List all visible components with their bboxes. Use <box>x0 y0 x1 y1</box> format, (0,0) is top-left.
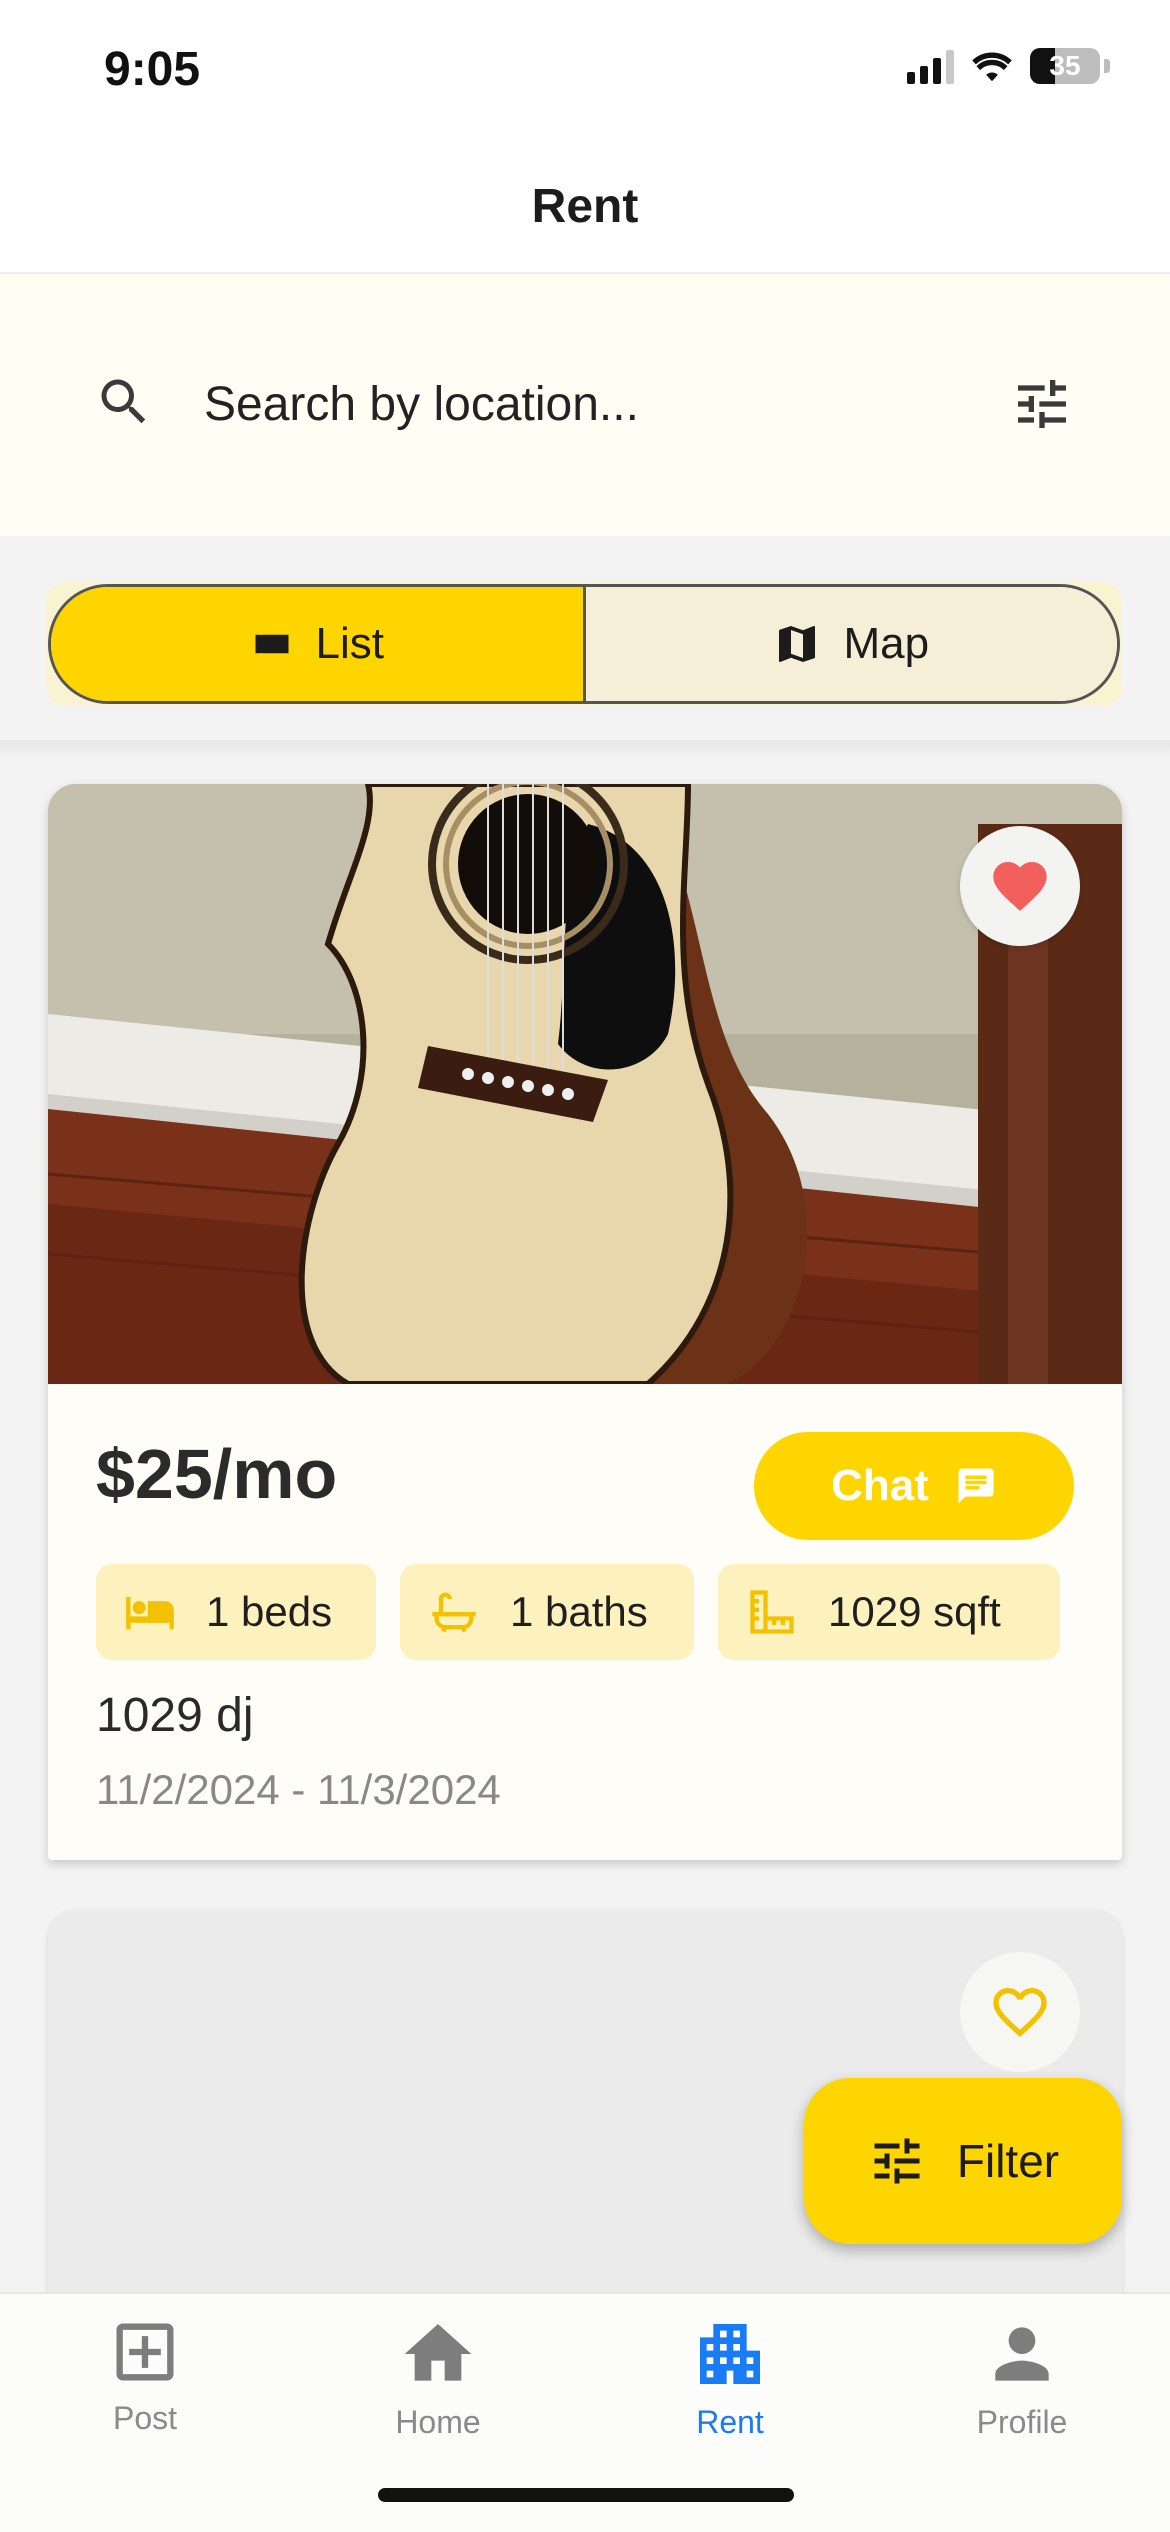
divider <box>0 740 1170 758</box>
nav-label-home: Home <box>395 2404 481 2440</box>
listing-features: 1 beds 1 baths 1029 sqft <box>96 1564 1060 1660</box>
list-icon <box>255 634 288 654</box>
listing-card[interactable]: $25/mo Chat 1 beds 1 baths 1029 sqft 102… <box>48 784 1122 1860</box>
status-time: 9:05 <box>104 43 201 96</box>
filter-button[interactable]: Filter <box>804 2078 1122 2244</box>
battery-icon: 35 <box>1030 48 1100 84</box>
battery-level: 35 <box>1049 50 1081 81</box>
baths-chip: 1 baths <box>400 1564 694 1660</box>
map-icon <box>779 626 816 662</box>
nav-item-profile[interactable]: Profile <box>922 2314 1122 2464</box>
map-view-label: Map <box>843 619 930 668</box>
heart-outline-icon <box>993 1988 1047 2037</box>
chat-icon <box>958 1468 994 1504</box>
list-view-button[interactable]: List <box>51 587 586 701</box>
person-icon <box>995 2327 1049 2381</box>
listing-dates: 11/2/2024 - 11/3/2024 <box>96 1766 501 1813</box>
wifi-icon <box>972 52 1012 82</box>
app-header: Rent <box>0 140 1170 274</box>
map-view-button[interactable]: Map <box>585 587 1117 701</box>
search-icon <box>101 379 146 424</box>
filter-button-label: Filter <box>956 2135 1060 2187</box>
nav-label-post: Post <box>112 2400 178 2436</box>
apartment-icon <box>700 2324 760 2384</box>
home-indicator <box>378 2488 794 2502</box>
beds-label: 1 beds <box>206 1588 333 1635</box>
chat-button-label: Chat <box>831 1461 929 1510</box>
nav-label-profile: Profile <box>976 2404 1068 2440</box>
sqft-label: 1029 sqft <box>828 1588 1001 1635</box>
cellular-signal-icon <box>907 48 954 84</box>
sqft-chip: 1029 sqft <box>718 1564 1060 1660</box>
tune-icon <box>874 2138 920 2184</box>
favorite-button[interactable] <box>960 826 1080 946</box>
home-icon <box>404 2324 472 2381</box>
battery-cap <box>1104 59 1110 73</box>
nav-item-post[interactable]: Post <box>45 2314 245 2464</box>
tune-icon[interactable] <box>1010 372 1074 436</box>
beds-chip: 1 beds <box>96 1564 376 1660</box>
nav-item-rent[interactable]: Rent <box>630 2314 830 2464</box>
favorite-button[interactable] <box>960 1952 1080 2072</box>
listing-address: 1029 dj <box>96 1689 254 1742</box>
nav-item-home[interactable]: Home <box>338 2314 538 2464</box>
chat-button[interactable]: Chat <box>754 1432 1074 1540</box>
baths-label: 1 baths <box>510 1588 648 1635</box>
nav-label-rent: Rent <box>696 2404 764 2440</box>
listing-price: $25/mo <box>96 1435 338 1513</box>
list-view-label: List <box>315 619 384 668</box>
add-box-icon <box>116 2323 174 2381</box>
ruler-icon <box>750 1590 794 1634</box>
bed-icon <box>126 1596 174 1630</box>
heart-filled-icon <box>993 862 1047 911</box>
search-input[interactable] <box>202 364 962 444</box>
status-bar: 9:05 35 <box>0 0 1170 140</box>
status-indicators: 35 <box>907 48 1110 84</box>
view-toggle: List Map <box>48 584 1120 704</box>
page-title: Rent <box>531 179 639 233</box>
bathtub-icon <box>432 1592 476 1633</box>
